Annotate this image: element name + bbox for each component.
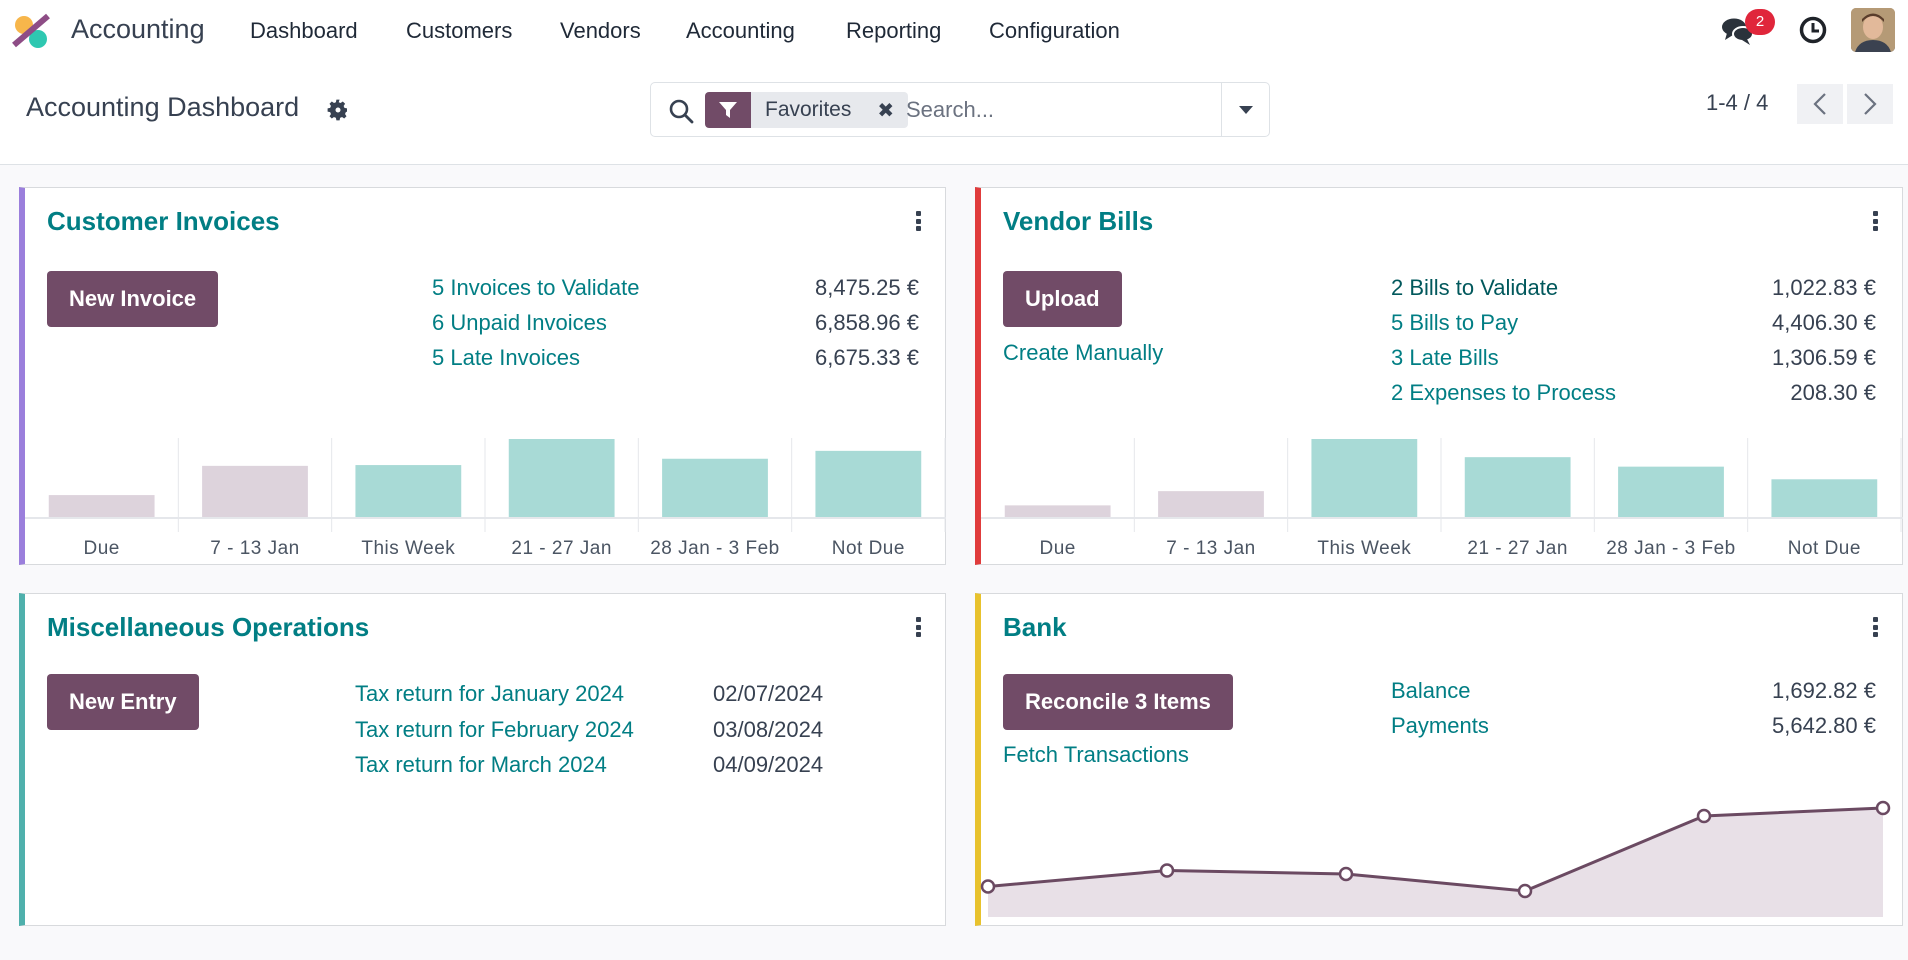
page-title: Accounting Dashboard	[26, 92, 300, 122]
chart-x-label: 28 Jan - 3 Feb	[1606, 538, 1736, 559]
vendor-bills-bar-chart[interactable]: Due 7 - 13 Jan This Week 21 - 27 Jan 28 Jan …	[981, 188, 1903, 564]
menu-dashboard[interactable]: Dashboard	[250, 18, 358, 44]
pager-value[interactable]: 1-4 / 4	[1706, 90, 1768, 116]
gear-icon[interactable]	[326, 98, 350, 122]
menu-accounting[interactable]: Accounting	[686, 18, 795, 44]
remove-facet-icon[interactable]: ✖	[877, 98, 894, 123]
control-panel: Accounting Dashboard Favorites ✖ 1-4 / 4	[0, 60, 1908, 165]
chart-bar[interactable]	[508, 439, 615, 518]
misc-operations-card: Miscellaneous Operations New Entry Tax r…	[19, 593, 946, 926]
bank-card: Bank Reconcile 3 Items Fetch Transaction…	[975, 593, 1903, 926]
chart-x-label: 7 - 13 Jan	[1166, 538, 1256, 559]
filter-icon	[705, 92, 751, 128]
user-avatar[interactable]	[1851, 8, 1895, 52]
new-entry-button[interactable]: New Entry	[47, 674, 199, 730]
facet-label: Favorites	[765, 98, 852, 121]
chart-x-label: This Week	[361, 538, 455, 559]
bank-balance-area-chart[interactable]	[980, 594, 1903, 925]
menu-customers[interactable]: Customers	[406, 18, 512, 44]
tax-return-date: 03/08/2024	[713, 717, 824, 742]
vendor-bills-card: Vendor Bills Upload Create Manually 2 Bi…	[975, 187, 1903, 565]
chart-area-fill	[988, 808, 1883, 917]
search-icon[interactable]	[667, 97, 695, 125]
chart-bar[interactable]	[1158, 491, 1264, 518]
pager-previous-button[interactable]	[1797, 84, 1843, 124]
search-facet-favorites: Favorites ✖	[705, 92, 909, 128]
chart-bar[interactable]	[662, 458, 768, 518]
tax-return-link[interactable]: Tax return for January 2024	[355, 681, 624, 707]
chart-bar[interactable]	[48, 495, 155, 518]
tax-return-link[interactable]: Tax return for March 2024	[355, 752, 607, 778]
messages-count-badge: 2	[1745, 9, 1775, 35]
tax-return-link[interactable]: Tax return for February 2024	[355, 717, 634, 743]
chart-point[interactable]	[1517, 883, 1533, 899]
chart-bar[interactable]	[1004, 505, 1111, 518]
chart-point[interactable]	[1875, 800, 1891, 816]
pager-next-button[interactable]	[1847, 84, 1893, 124]
chevron-right-icon	[1864, 93, 1877, 115]
chart-x-label: 28 Jan - 3 Feb	[650, 538, 780, 559]
chart-x-label: Not Due	[832, 538, 905, 559]
card-title[interactable]: Miscellaneous Operations	[47, 612, 369, 643]
chart-point[interactable]	[1159, 863, 1175, 878]
chart-x-label: Due	[83, 538, 119, 559]
chart-x-label: 21 - 27 Jan	[1467, 538, 1568, 559]
menu-reporting[interactable]: Reporting	[846, 18, 941, 44]
caret-down-icon	[1238, 105, 1253, 114]
chart-bar[interactable]	[1771, 479, 1878, 518]
chart-x-label: Not Due	[1788, 538, 1861, 559]
search-input[interactable]	[906, 93, 1206, 127]
chart-bar[interactable]	[1311, 439, 1418, 518]
search-options-toggle[interactable]	[1221, 83, 1269, 136]
chart-bar[interactable]	[815, 450, 922, 518]
chart-x-label: 7 - 13 Jan	[210, 538, 300, 559]
customer-invoices-card: Customer Invoices New Invoice 5 Invoices…	[19, 187, 946, 565]
tax-return-date: 02/07/2024	[713, 681, 824, 706]
top-navbar: Accounting Dashboard Customers Vendors A…	[0, 0, 1908, 60]
activity-clock-icon[interactable]	[1798, 15, 1828, 45]
chart-point[interactable]	[980, 879, 996, 894]
chart-x-label: This Week	[1317, 538, 1411, 559]
chart-bar[interactable]	[1464, 457, 1571, 518]
user-photo-icon	[1851, 8, 1895, 52]
chart-x-label: 21 - 27 Jan	[511, 538, 612, 559]
accounting-app-logo-icon[interactable]	[10, 12, 54, 50]
menu-vendors[interactable]: Vendors	[560, 18, 641, 44]
chart-point[interactable]	[1696, 808, 1712, 824]
customer-invoices-bar-chart[interactable]: Due 7 - 13 Jan This Week 21 - 27 Jan 28 Jan …	[25, 188, 946, 564]
tax-return-date: 04/09/2024	[713, 752, 824, 777]
search-bar: Favorites ✖	[650, 82, 1270, 137]
chart-x-label: Due	[1039, 538, 1075, 559]
app-name[interactable]: Accounting	[71, 14, 205, 45]
chart-bar[interactable]	[1618, 466, 1724, 518]
chart-point[interactable]	[1338, 866, 1354, 882]
card-menu-kebab-icon[interactable]	[908, 614, 928, 640]
chart-bar[interactable]	[355, 465, 462, 518]
menu-configuration[interactable]: Configuration	[989, 18, 1120, 44]
chart-bar[interactable]	[202, 465, 308, 518]
chevron-left-icon	[1813, 93, 1826, 115]
